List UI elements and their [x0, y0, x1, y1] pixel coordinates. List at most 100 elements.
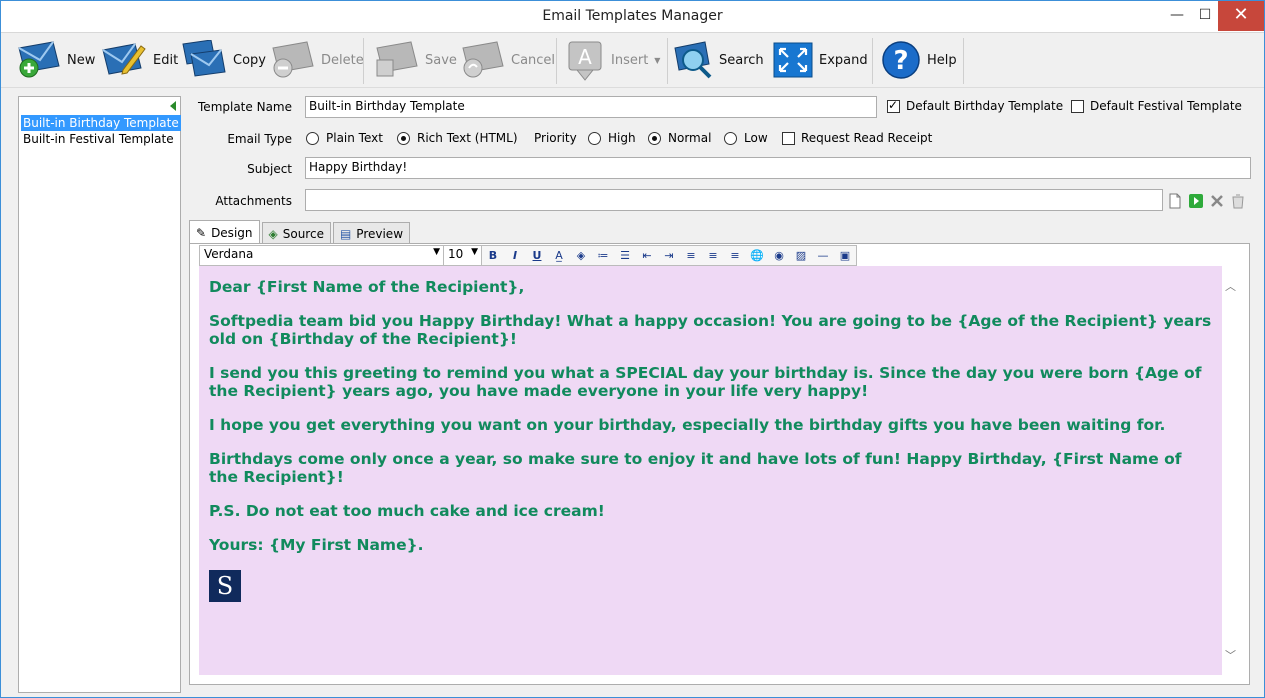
low-priority-radio[interactable]: Low	[724, 131, 768, 145]
align-right-icon[interactable]: ≡	[724, 246, 746, 265]
help-button[interactable]: ? Help	[881, 36, 957, 84]
minimize-button[interactable]: —	[1162, 1, 1192, 31]
cancel-label: Cancel	[511, 52, 556, 68]
rich-text-label: Rich Text (HTML)	[417, 131, 518, 145]
edit-envelope-icon	[102, 43, 146, 75]
cancel-button[interactable]: Cancel	[459, 36, 555, 84]
edit-label: Edit	[153, 52, 179, 68]
help-icon: ?	[882, 41, 920, 79]
maximize-button[interactable]: ☐	[1190, 1, 1220, 31]
radio-checked	[648, 131, 661, 145]
subject-label: Subject	[247, 162, 292, 176]
email-body-editor[interactable]: Dear {First Name of the Recipient}, Soft…	[199, 266, 1222, 675]
insert-image-icon[interactable]: ▨	[790, 246, 812, 265]
default-birthday-checkbox[interactable]: Default Birthday Template	[887, 98, 1064, 113]
source-icon: ◈	[268, 226, 278, 241]
checkbox-unchecked	[1071, 99, 1084, 113]
normal-priority-radio[interactable]: Normal	[648, 131, 711, 145]
collapse-panel-icon[interactable]	[170, 101, 176, 111]
toolbar-separator	[363, 38, 364, 84]
read-receipt-checkbox[interactable]: Request Read Receipt	[782, 131, 932, 145]
editor-scrollbar[interactable]: ︿ ﹀	[1222, 266, 1239, 675]
copy-button[interactable]: Copy	[181, 36, 266, 84]
radio-unchecked	[724, 131, 737, 145]
body-paragraph: P.S. Do not eat too much cake and ice cr…	[209, 502, 605, 520]
numbered-list-icon[interactable]: ≔	[592, 246, 614, 265]
template-name-label: Template Name	[198, 100, 292, 114]
scroll-up-icon[interactable]: ︿	[1225, 278, 1236, 294]
search-button[interactable]: Search	[673, 36, 764, 84]
toolbar-separator	[667, 38, 668, 84]
template-name-field[interactable]: Built-in Birthday Template	[305, 96, 877, 118]
font-select[interactable]: Verdana ▼	[200, 246, 444, 265]
radio-checked	[397, 131, 410, 145]
email-type-label: Email Type	[227, 132, 292, 146]
rich-text-radio[interactable]: Rich Text (HTML)	[397, 131, 518, 145]
edit-button[interactable]: Edit	[101, 36, 178, 84]
open-file-icon[interactable]	[1188, 193, 1204, 209]
checkbox-unchecked	[782, 131, 795, 145]
expand-icon	[773, 42, 813, 78]
low-label: Low	[744, 131, 768, 145]
italic-button[interactable]: I	[504, 246, 526, 265]
add-file-icon[interactable]	[1167, 193, 1183, 209]
tab-design[interactable]: ✎ Design	[189, 220, 260, 244]
tab-preview[interactable]: ▤ Preview	[332, 222, 411, 244]
subject-field[interactable]: Happy Birthday!	[305, 157, 1251, 179]
attachments-label: Attachments	[215, 194, 292, 208]
save-button[interactable]: Save	[373, 36, 457, 84]
toolbar-separator	[872, 38, 873, 84]
list-item[interactable]: Built-in Festival Template	[21, 131, 176, 147]
font-size-select[interactable]: 10 ▼	[444, 246, 482, 265]
delete-button[interactable]: Delete	[269, 36, 364, 84]
default-birthday-label: Default Birthday Template	[906, 99, 1064, 113]
underline-button[interactable]: U	[526, 246, 548, 265]
svg-text:?: ?	[893, 46, 908, 76]
font-color-icon[interactable]: A̲	[548, 246, 570, 265]
new-label: New	[67, 52, 96, 68]
remove-link-icon[interactable]: ◉	[768, 246, 790, 265]
svg-text:A: A	[578, 45, 592, 69]
attachment-actions	[1167, 193, 1246, 209]
background-color-icon[interactable]: ▣	[834, 246, 856, 265]
expand-label: Expand	[819, 52, 868, 68]
read-receipt-label: Request Read Receipt	[801, 131, 933, 145]
bullet-list-icon[interactable]: ☰	[614, 246, 636, 265]
chevron-down-icon: ▼	[433, 247, 440, 257]
save-label: Save	[425, 52, 457, 68]
close-button[interactable]: ✕	[1218, 1, 1264, 31]
new-button[interactable]: New	[15, 36, 95, 84]
chevron-down-icon: ▼	[471, 247, 478, 257]
align-left-icon[interactable]: ≡	[680, 246, 702, 265]
high-priority-radio[interactable]: High	[588, 131, 636, 145]
body-paragraph: I hope you get everything you want on yo…	[209, 416, 1166, 434]
indent-icon[interactable]: ⇥	[658, 246, 680, 265]
list-item[interactable]: Built-in Birthday Template	[21, 115, 181, 131]
plain-text-radio[interactable]: Plain Text	[306, 131, 383, 145]
tab-source[interactable]: ◈ Source	[261, 222, 331, 244]
search-label: Search	[719, 52, 764, 68]
expand-button[interactable]: Expand	[773, 36, 868, 84]
default-festival-checkbox[interactable]: Default Festival Template	[1071, 99, 1242, 113]
outdent-icon[interactable]: ⇤	[636, 246, 658, 265]
search-envelope-icon	[674, 41, 712, 79]
clear-files-icon[interactable]	[1230, 193, 1246, 209]
bold-button[interactable]: B	[482, 246, 504, 265]
insert-button[interactable]: A Insert ▼	[565, 36, 660, 84]
window-title: Email Templates Manager	[542, 8, 723, 24]
save-envelope-icon	[376, 41, 418, 77]
body-paragraph: Yours: {My First Name}.	[209, 536, 424, 554]
plain-text-label: Plain Text	[326, 131, 383, 145]
align-center-icon[interactable]: ≡	[702, 246, 724, 265]
body-paragraph: Dear {First Name of the Recipient},	[209, 278, 525, 296]
tab-preview-label: Preview	[356, 226, 404, 241]
scroll-down-icon[interactable]: ﹀	[1225, 647, 1236, 663]
highlight-color-icon[interactable]: ◈	[570, 246, 592, 265]
radio-unchecked	[588, 131, 601, 145]
horizontal-rule-icon[interactable]: —	[812, 246, 834, 265]
attachments-field[interactable]	[305, 189, 1163, 211]
insert-link-icon[interactable]: 🌐	[746, 246, 768, 265]
delete-label: Delete	[321, 52, 364, 68]
remove-file-icon[interactable]	[1209, 193, 1225, 209]
main-toolbar: New Edit Copy Delete Save Cancel A Inser…	[1, 34, 1264, 88]
